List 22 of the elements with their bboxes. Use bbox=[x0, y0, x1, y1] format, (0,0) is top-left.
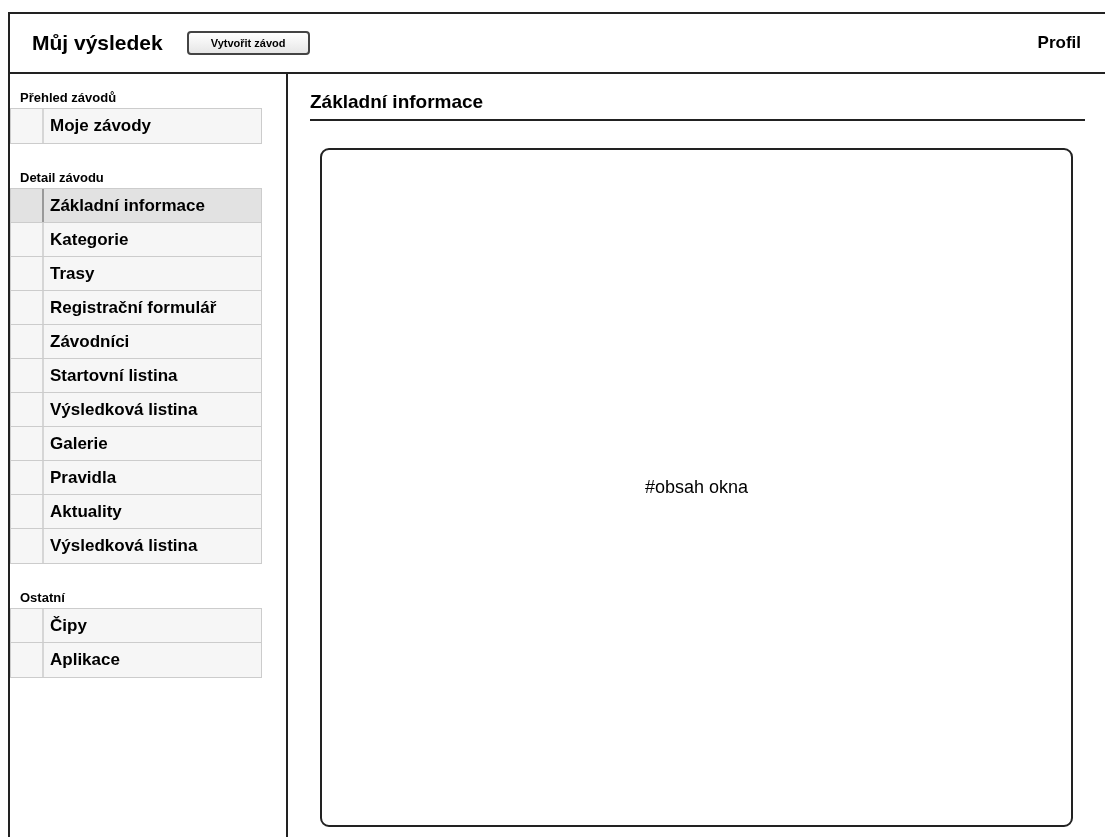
sidebar-item[interactable]: Trasy bbox=[11, 257, 261, 291]
sidebar-section-title: Detail závodu bbox=[20, 170, 105, 186]
sidebar-item[interactable]: Galerie bbox=[11, 427, 261, 461]
create-race-button[interactable]: Vytvořit závod bbox=[186, 31, 310, 55]
sidebar-item[interactable]: Aktuality bbox=[11, 495, 261, 529]
sidebar-item[interactable]: Kategorie bbox=[11, 223, 261, 257]
sidebar-item[interactable]: Registrační formulář bbox=[11, 291, 261, 325]
sidebar-item[interactable]: Čipy bbox=[11, 609, 261, 643]
sidebar-item[interactable]: Startovní listina bbox=[11, 359, 261, 393]
sidebar-section-title: Přehled závodů bbox=[20, 90, 118, 106]
sidebar-item[interactable]: Výsledková listina bbox=[11, 529, 261, 563]
sidebar-item[interactable]: Výsledková listina bbox=[11, 393, 261, 427]
sidebar-item[interactable]: Aplikace bbox=[11, 643, 261, 677]
sidebar-section-title: Ostatní bbox=[20, 590, 66, 606]
panel-text: #obsah okna bbox=[644, 475, 749, 499]
sidebar-item[interactable]: Základní informace bbox=[11, 189, 261, 223]
sidebar-item[interactable]: Moje závody bbox=[11, 109, 261, 143]
profile-link[interactable]: Profil bbox=[1037, 30, 1081, 56]
app-title: Můj výsledek bbox=[32, 30, 163, 57]
section-heading: Základní informace bbox=[310, 88, 1085, 121]
sidebar-item[interactable]: Pravidla bbox=[11, 461, 261, 495]
sidebar-item[interactable]: Závodníci bbox=[11, 325, 261, 359]
